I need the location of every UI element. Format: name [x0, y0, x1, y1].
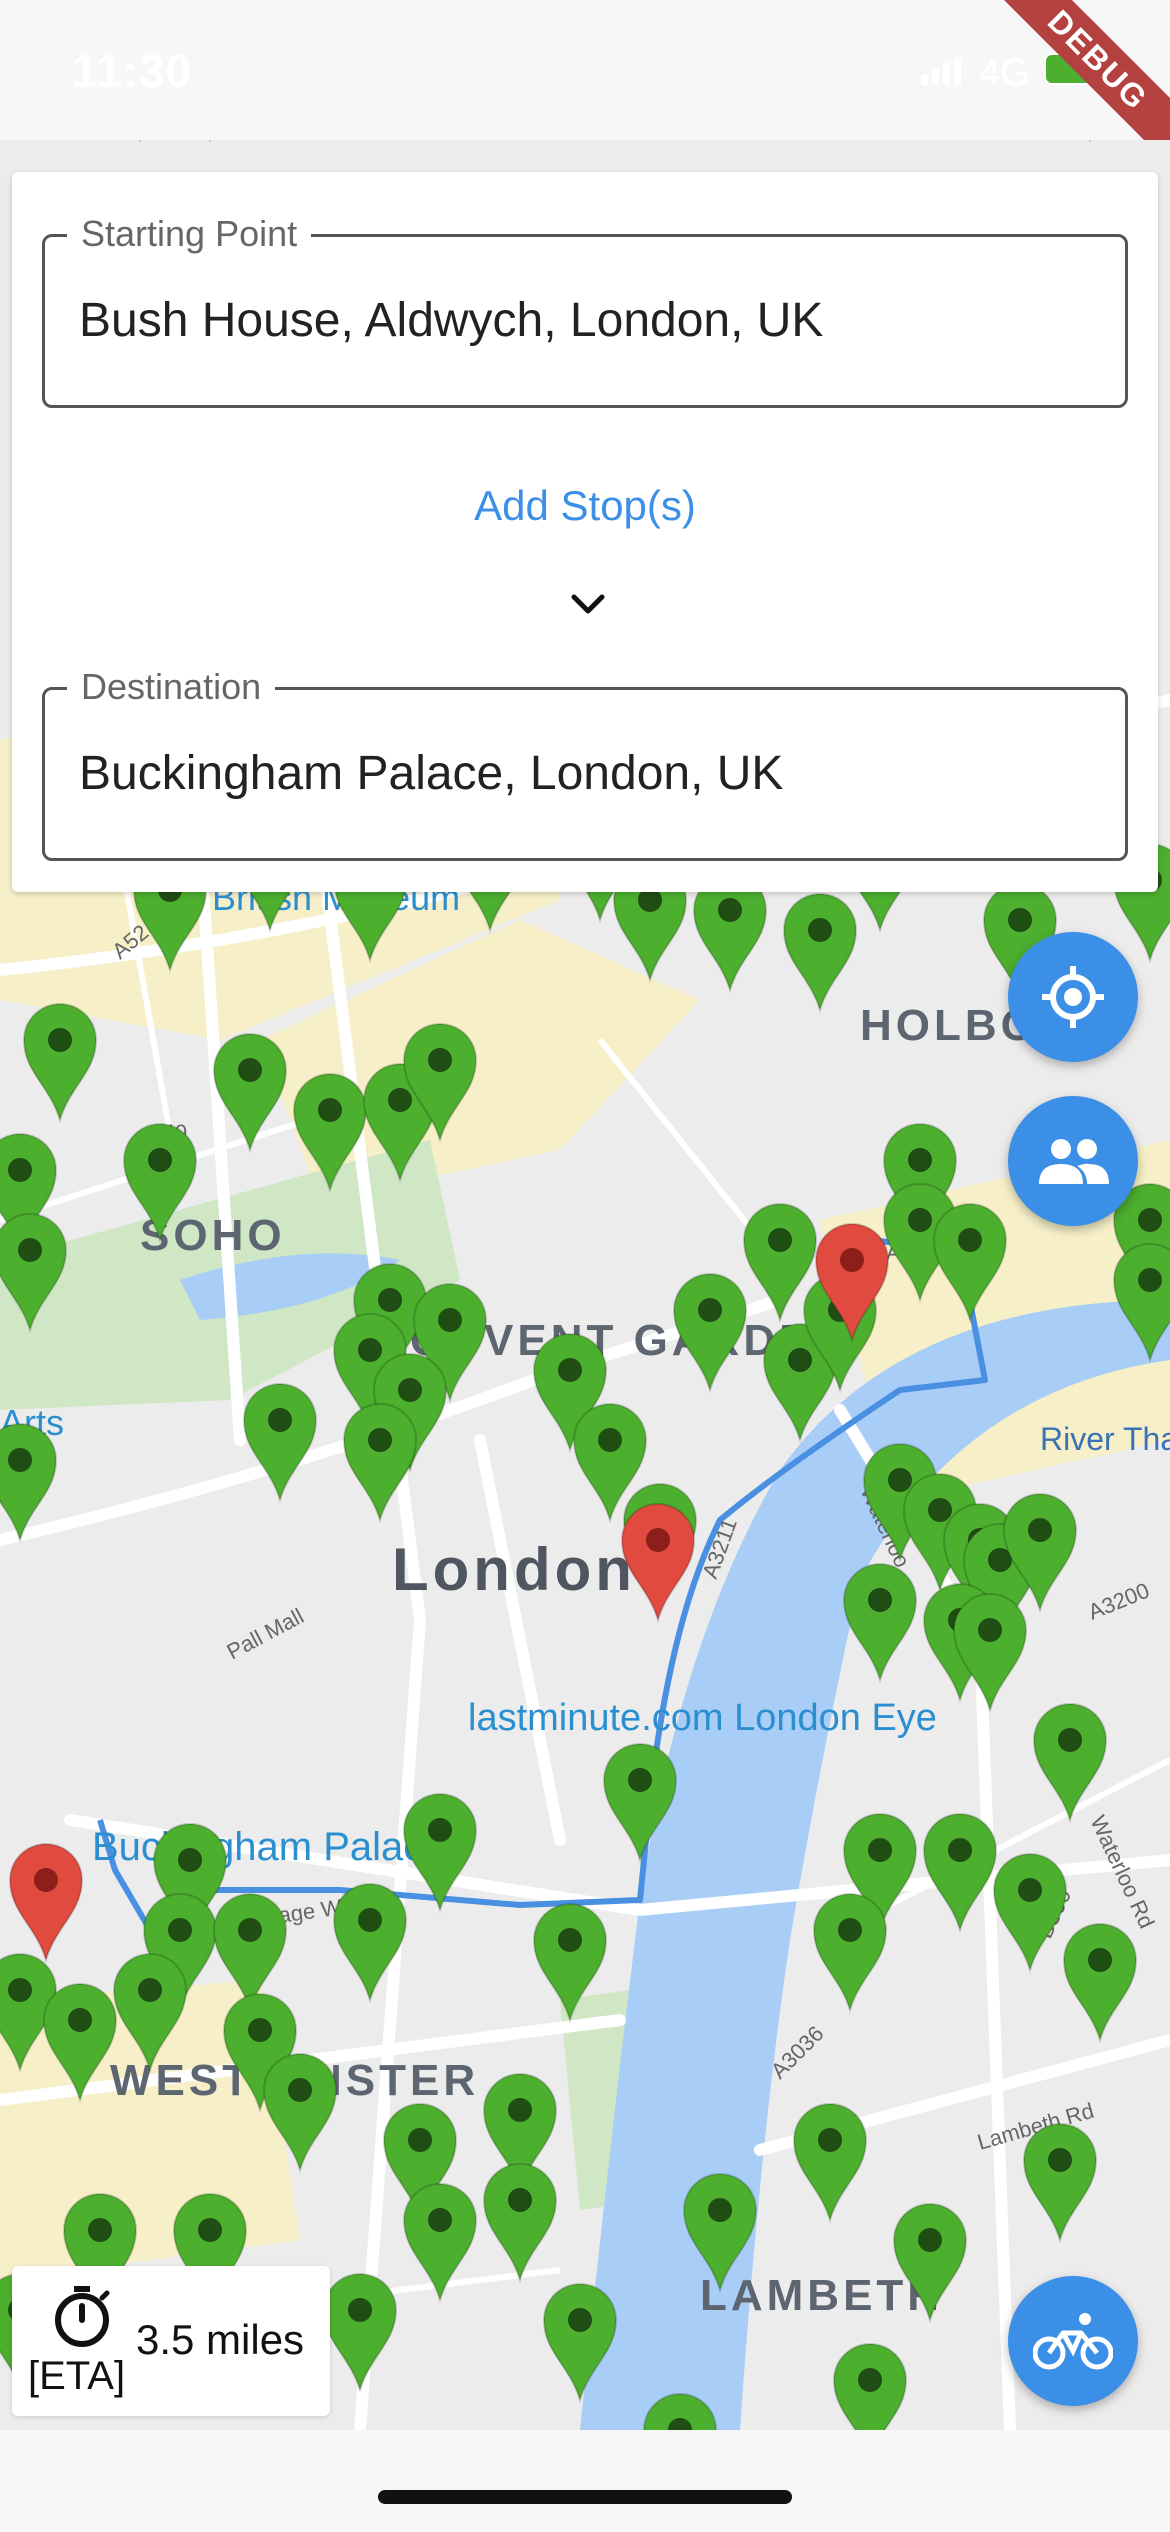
map-label-london: London [392, 1536, 636, 1603]
network-label: 4G [979, 52, 1030, 94]
timer-icon [55, 2286, 110, 2347]
status-time: 11:30 [72, 45, 193, 97]
map-label-buckingham: Buckingham Palace [92, 1825, 446, 1869]
bike-mode-button[interactable] [1008, 2276, 1138, 2406]
map-label-river: River Thames [1040, 1421, 1170, 1457]
starting-point-value[interactable]: Bush House, Aldwych, London, UK [79, 293, 823, 348]
starting-point-label: Starting Point [67, 213, 312, 255]
bike-icon [1033, 2313, 1113, 2370]
eta-label: [ETA] [28, 2354, 126, 2398]
route-form-card: Starting Point Bush House, Aldwych, Lond… [12, 172, 1158, 892]
my-location-icon [1042, 966, 1104, 1028]
map-label-london-eye: lastminute.com London Eye [468, 1697, 937, 1739]
starting-point-field[interactable]: Starting Point Bush House, Aldwych, Lond… [42, 213, 1128, 408]
eta-card: 3.5 miles [ETA] [12, 2266, 330, 2416]
destination-value[interactable]: Buckingham Palace, London, UK [79, 746, 783, 801]
locate-me-button[interactable] [1008, 932, 1138, 1062]
chevron-down-icon[interactable] [568, 584, 608, 624]
home-bar-area [0, 2430, 1170, 2532]
eta-distance: 3.5 miles [136, 2316, 305, 2363]
destination-field[interactable]: Destination Buckingham Palace, London, U… [42, 666, 1128, 861]
home-indicator[interactable] [378, 2490, 792, 2504]
signal-icon [921, 52, 965, 95]
status-bar: 11:30 4G DEBUG [0, 0, 1170, 184]
add-stops-button[interactable]: Add Stop(s) [12, 482, 1158, 530]
people-icon [1039, 1139, 1109, 1184]
group-button[interactable] [1008, 1096, 1138, 1226]
destination-label: Destination [67, 666, 276, 708]
